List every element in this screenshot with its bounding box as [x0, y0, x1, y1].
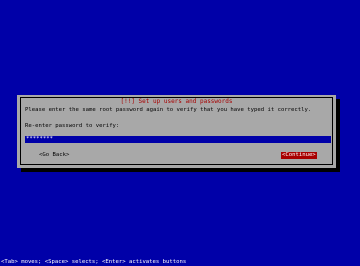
password-verify-input[interactable]: ******** [25, 136, 331, 143]
prompt-text: Please enter the same root password agai… [25, 107, 312, 113]
password-dialog: [!!] Set up users and passwords Please e… [17, 95, 336, 168]
dialog-title: [!!] Set up users and passwords [118, 98, 235, 105]
continue-button[interactable]: <Continue> [281, 152, 317, 159]
go-back-button[interactable]: <Go Back> [39, 152, 69, 159]
dialog-title-bar: [!!] Set up users and passwords [21, 94, 332, 105]
password-field-label: Re-enter password to verify: [25, 123, 120, 129]
keyboard-hint: <Tab> moves; <Space> selects; <Enter> ac… [1, 259, 187, 265]
